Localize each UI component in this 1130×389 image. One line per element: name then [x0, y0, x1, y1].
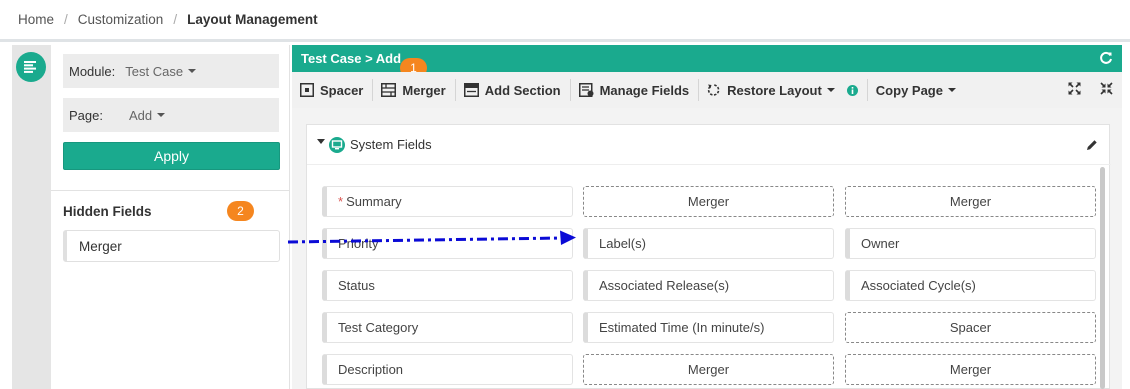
breadcrumb-separator: /: [173, 12, 178, 27]
page-value[interactable]: Add: [129, 108, 152, 123]
layout-content: System Fields * Summary Merger Merger Pr…: [292, 108, 1122, 389]
module-select[interactable]: Module: Test Case: [63, 54, 279, 88]
copy-page-button[interactable]: Copy Page: [868, 79, 965, 101]
scrollbar[interactable]: [1100, 167, 1105, 389]
info-icon[interactable]: [846, 84, 858, 96]
spacer-button[interactable]: Spacer: [292, 79, 374, 101]
field-labels[interactable]: Label(s): [583, 228, 834, 259]
page-select[interactable]: Page: Add: [63, 98, 279, 132]
section-card: System Fields * Summary Merger Merger Pr…: [306, 124, 1111, 389]
field-priority[interactable]: Priority: [322, 228, 573, 259]
chevron-down-icon: [826, 88, 835, 92]
manage-fields-icon: [578, 83, 594, 97]
collapse-caret-icon[interactable]: [317, 139, 325, 144]
spacer-label: Spacer: [320, 82, 364, 98]
field-label: Summary: [346, 194, 402, 209]
refresh-icon[interactable]: [1099, 51, 1113, 65]
breadcrumb-customization[interactable]: Customization: [78, 12, 164, 27]
expand-icon[interactable]: [1068, 82, 1081, 95]
hidden-field-item[interactable]: Merger: [63, 230, 280, 262]
monitor-icon: [329, 136, 345, 153]
field-description[interactable]: Description: [322, 354, 573, 385]
field-estimated-time[interactable]: Estimated Time (In minute/s): [583, 312, 834, 343]
collapse-icon[interactable]: [1100, 82, 1113, 95]
left-panel: Module: Test Case Page: Add Apply Hidden…: [51, 45, 290, 389]
add-section-button[interactable]: Add Section: [456, 79, 571, 101]
restore-layout-button[interactable]: Restore Layout: [699, 79, 868, 101]
list-icon: [24, 61, 36, 73]
breadcrumb-current: Layout Management: [187, 12, 318, 27]
breadcrumb-separator: /: [64, 12, 68, 27]
chevron-down-icon: [188, 69, 197, 73]
page-title: Test Case > Add: [301, 51, 402, 66]
restore-layout-label: Restore Layout: [727, 82, 822, 98]
field-merger[interactable]: Merger: [583, 186, 834, 217]
field-associated-releases[interactable]: Associated Release(s): [583, 270, 834, 301]
manage-fields-button[interactable]: Manage Fields: [571, 79, 700, 101]
edit-pencil-icon[interactable]: [1086, 139, 1098, 151]
field-associated-cycles[interactable]: Associated Cycle(s): [845, 270, 1096, 301]
annotation-badge-2: 2: [227, 201, 254, 221]
section-header[interactable]: System Fields: [307, 125, 1111, 165]
field-status[interactable]: Status: [322, 270, 573, 301]
merger-icon: [381, 83, 397, 97]
hidden-fields-title: Hidden Fields: [63, 204, 152, 219]
menu-toggle-button[interactable]: [16, 52, 46, 82]
divider: [51, 190, 290, 191]
layout-toolbar: Spacer Merger Add Section Manage Fields: [292, 72, 1122, 108]
field-merger[interactable]: Merger: [845, 186, 1096, 217]
field-test-category[interactable]: Test Category: [322, 312, 573, 343]
field-summary[interactable]: * Summary: [322, 186, 573, 217]
chevron-down-icon: [157, 113, 166, 117]
field-spacer[interactable]: Spacer: [845, 312, 1096, 343]
chevron-down-icon: [947, 88, 956, 92]
breadcrumb-home[interactable]: Home: [18, 12, 54, 27]
breadcrumb: Home / Customization / Layout Management: [0, 0, 1130, 42]
merger-label: Merger: [402, 82, 446, 98]
module-label: Module:: [69, 63, 116, 79]
add-section-icon: [463, 83, 479, 97]
side-rail: [12, 45, 51, 389]
restore-icon: [707, 84, 720, 96]
apply-button[interactable]: Apply: [63, 142, 280, 170]
field-owner[interactable]: Owner: [845, 228, 1096, 259]
field-merger[interactable]: Merger: [845, 354, 1096, 385]
page-label: Page:: [69, 107, 103, 123]
spacer-icon: [300, 83, 314, 97]
module-value[interactable]: Test Case: [125, 64, 183, 79]
field-merger[interactable]: Merger: [583, 354, 834, 385]
section-title: System Fields: [350, 137, 432, 152]
add-section-label: Add Section: [484, 82, 561, 98]
required-marker: *: [338, 194, 344, 209]
merger-button[interactable]: Merger: [373, 79, 456, 101]
copy-page-label: Copy Page: [875, 82, 943, 98]
manage-fields-label: Manage Fields: [599, 82, 690, 98]
